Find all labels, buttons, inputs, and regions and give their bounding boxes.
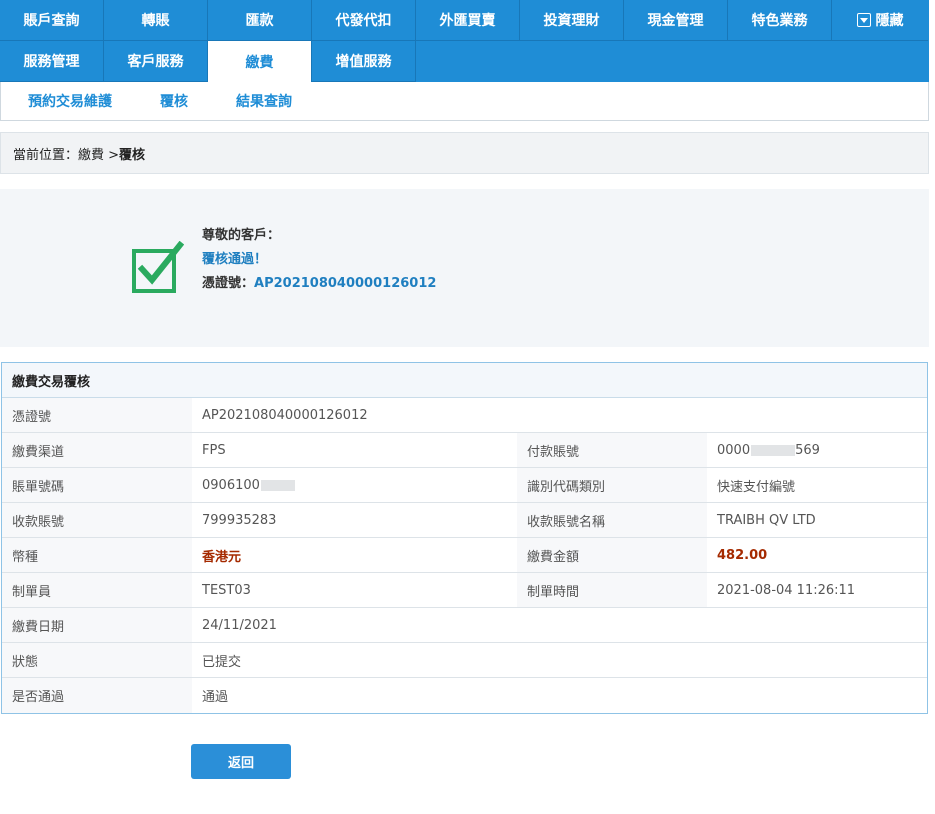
nav-item-investment[interactable]: 投資理財: [520, 0, 624, 41]
nav-row-primary: 賬戶查詢 轉賬 匯款 代發代扣 外匯買賣 投資理財 現金管理 特色業務 隱藏: [0, 0, 928, 41]
label-payee-name: 收款賬號名稱: [517, 503, 707, 537]
value-maker: TEST03: [202, 582, 251, 598]
nav-item-forex[interactable]: 外匯買賣: [416, 0, 520, 41]
nav-item-cash-management[interactable]: 現金管理: [624, 0, 728, 41]
subnav-scheduled-maintenance[interactable]: 預約交易維護: [28, 91, 112, 111]
value-status: 已提交: [202, 654, 242, 670]
label-maker: 制單員: [2, 573, 192, 607]
breadcrumb-prefix: 當前位置：繳費 >: [13, 147, 120, 163]
value-approved: 通過: [202, 690, 229, 705]
success-message: 覆核通過！: [202, 252, 268, 267]
label-make-time: 制單時間: [517, 573, 707, 607]
subnav-result-query[interactable]: 結果查詢: [236, 91, 292, 111]
nav-item-payroll[interactable]: 代發代扣: [312, 0, 416, 41]
greeting-text: 尊敬的客戶：: [202, 228, 281, 243]
back-button[interactable]: 返回: [191, 744, 291, 779]
payer-account-prefix: 0000: [717, 442, 751, 458]
table-title: 繳費交易覆核: [2, 363, 927, 398]
sub-nav: 預約交易維護 覆核 結果查詢: [0, 82, 929, 121]
value-bill-number: 0906100: [192, 468, 517, 502]
nav-item-value-added[interactable]: 增值服務: [312, 41, 416, 82]
breadcrumb-current: 覆核: [119, 147, 146, 163]
label-status: 狀態: [2, 643, 192, 677]
value-make-time: 2021-08-04 11:26:11: [717, 582, 856, 598]
table-row: 繳費渠道 FPS 付款賬號 0000 569: [2, 433, 927, 468]
table-row: 制單員 TEST03 制單時間 2021-08-04 11:26:11: [2, 573, 927, 608]
value-currency: 香港元: [202, 549, 242, 565]
hide-menu-label: 隱藏: [875, 13, 904, 29]
label-approved: 是否通過: [2, 678, 192, 713]
label-bill-number: 賬單號碼: [2, 468, 192, 502]
nav-item-transfer[interactable]: 轉賬: [104, 0, 208, 41]
label-currency: 幣種: [2, 538, 192, 572]
label-id-code-type: 識別代碼類別: [517, 468, 707, 502]
check-icon: [132, 241, 184, 293]
label-payer-account: 付款賬號: [517, 433, 707, 467]
label-payment-date: 繳費日期: [2, 608, 192, 642]
payer-account-suffix: 569: [795, 442, 820, 458]
table-row: 繳費日期 24/11/2021: [2, 608, 927, 643]
value-voucher: AP202108040000126012: [202, 407, 368, 423]
label-voucher: 憑證號: [2, 398, 192, 432]
nav-row-secondary: 服務管理 客戶服務 繳費 增值服務: [0, 41, 416, 82]
top-nav: 賬戶查詢 轉賬 匯款 代發代扣 外匯買賣 投資理財 現金管理 特色業務 隱藏 服…: [0, 0, 929, 82]
nav-item-remittance[interactable]: 匯款: [208, 0, 312, 41]
voucher-label: 憑證號：: [202, 276, 255, 291]
collapse-icon: [856, 13, 871, 27]
value-payment-amount: 482.00: [717, 547, 768, 563]
nav-item-bill-payment[interactable]: 繳費: [208, 41, 312, 82]
label-payment-channel: 繳費渠道: [2, 433, 192, 467]
voucher-number: AP202108040000126012: [254, 276, 437, 291]
subnav-review[interactable]: 覆核: [160, 91, 188, 111]
bill-number-prefix: 0906100: [202, 477, 260, 493]
nav-item-special-services[interactable]: 特色業務: [728, 0, 832, 41]
nav-item-account-query[interactable]: 賬戶查詢: [0, 0, 104, 41]
value-payee-account: 799935283: [202, 512, 277, 528]
table-row: 憑證號 AP202108040000126012: [2, 398, 927, 433]
masked-digits: [751, 444, 796, 456]
value-payment-date: 24/11/2021: [202, 617, 277, 633]
value-payment-channel: FPS: [202, 442, 226, 458]
breadcrumb: 當前位置：繳費 > 覆核: [0, 132, 929, 174]
table-row: 賬單號碼 0906100 識別代碼類別 快速支付編號: [2, 468, 927, 503]
value-id-code-type: 快速支付編號: [717, 479, 796, 495]
table-row: 收款賬號 799935283 收款賬號名稱 TRAIBH QV LTD: [2, 503, 927, 538]
payment-review-table: 繳費交易覆核 憑證號 AP202108040000126012 繳費渠道 FPS…: [1, 362, 928, 714]
value-payer-account: 0000 569: [707, 433, 927, 467]
nav-item-customer-service[interactable]: 客戶服務: [104, 41, 208, 82]
value-payee-name: TRAIBH QV LTD: [717, 512, 816, 528]
nav-item-service-management[interactable]: 服務管理: [0, 41, 104, 82]
table-row: 幣種 香港元 繳費金額 482.00: [2, 538, 927, 573]
table-row: 狀態 已提交: [2, 643, 927, 678]
hide-menu-button[interactable]: 隱藏: [832, 0, 928, 41]
label-payment-amount: 繳費金額: [517, 538, 707, 572]
voucher-line: 憑證號：AP202108040000126012: [202, 272, 436, 291]
masked-digits: [260, 479, 295, 491]
table-row: 是否通過 通過: [2, 678, 927, 713]
label-payee-account: 收款賬號: [2, 503, 192, 537]
